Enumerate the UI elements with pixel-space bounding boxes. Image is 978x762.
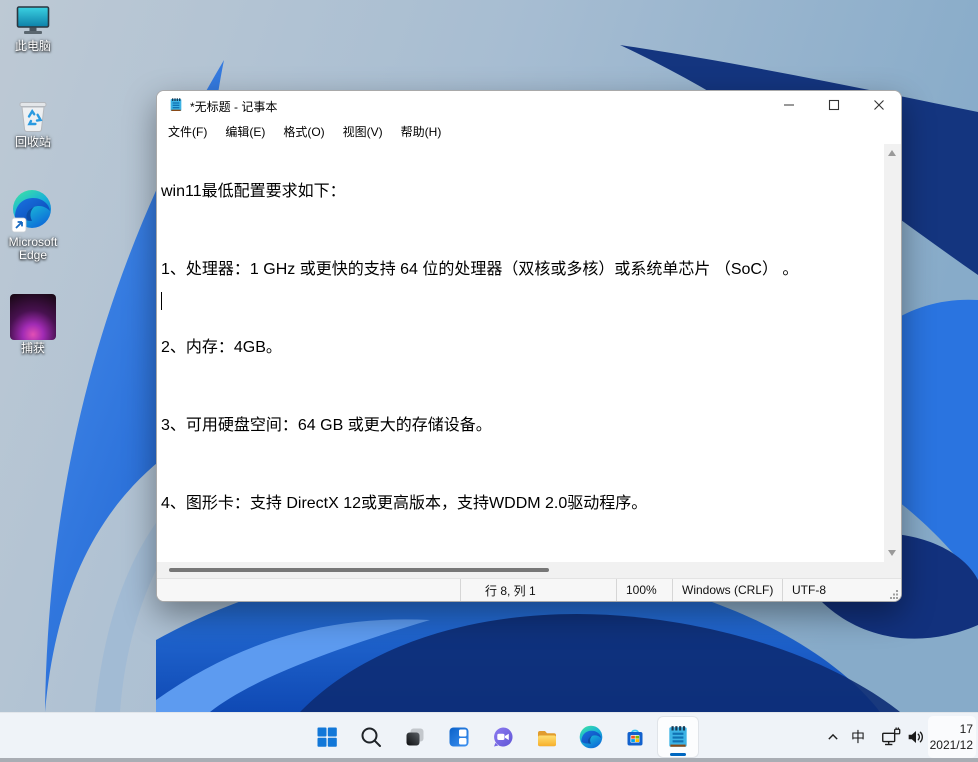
text-line: 2、内存：4GB。: [161, 339, 282, 356]
desktop-icon-capture[interactable]: 捕获: [0, 294, 66, 355]
status-zoom-level: 100%: [616, 579, 672, 601]
horizontal-scroll-thumb[interactable]: [169, 568, 549, 572]
edge-icon: [11, 190, 51, 233]
recycle-bin-icon: [19, 102, 47, 133]
search-button[interactable]: [351, 717, 391, 757]
chat-icon: [494, 727, 513, 747]
menu-item-edit[interactable]: 编辑(E): [216, 119, 274, 144]
task-view-icon: [406, 728, 424, 746]
minimize-button[interactable]: [766, 91, 811, 119]
notepad-icon: [170, 98, 182, 111]
file-explorer-button[interactable]: [527, 717, 567, 757]
minimize-icon: [783, 104, 794, 106]
menu-item-help[interactable]: 帮助(H): [392, 119, 451, 144]
document-text: win11最低配置要求如下： 1、处理器：1 GHz 或更快的支持 64 位的处…: [157, 144, 884, 562]
notepad-icon: [669, 726, 687, 747]
status-encoding-label: UTF-8: [792, 583, 826, 597]
monitor-icon: [16, 6, 50, 34]
network-icon: [882, 727, 901, 746]
notepad-window: *无标题 - 记事本 文件(F) 编辑(E) 格式(O) 视图(V) 帮助(H)…: [156, 90, 902, 602]
chat-button[interactable]: [483, 717, 523, 757]
menu-bar: 文件(F) 编辑(E) 格式(O) 视图(V) 帮助(H): [157, 119, 901, 144]
desktop-icon-label: Microsoft Edge: [8, 235, 58, 262]
status-bar: 行 8, 列 1 100% Windows (CRLF) UTF-8: [157, 578, 901, 601]
status-cursor-position: 行 8, 列 1: [460, 579, 616, 601]
volume-tray-button[interactable]: [904, 725, 928, 749]
text-line: 4、图形卡：支持 DirectX 12或更高版本，支持WDDM 2.0驱动程序。: [161, 495, 648, 512]
maximize-button[interactable]: [811, 91, 856, 119]
windows-logo-icon: [317, 727, 337, 747]
active-app-indicator: [670, 753, 686, 756]
chevron-up-icon: [828, 733, 838, 740]
clock-date: 2021/12: [929, 738, 973, 752]
search-icon: [361, 727, 381, 747]
maximize-icon: [828, 99, 839, 111]
close-button[interactable]: [856, 91, 901, 119]
desktop-icon-label: 捕获: [20, 341, 45, 355]
clock-time: 17: [959, 722, 973, 736]
status-encoding: UTF-8: [782, 579, 901, 601]
text-area[interactable]: win11最低配置要求如下： 1、处理器：1 GHz 或更快的支持 64 位的处…: [157, 144, 884, 562]
edge-button[interactable]: [571, 717, 611, 757]
scroll-up-icon[interactable]: [888, 150, 896, 156]
horizontal-scrollbar[interactable]: [157, 562, 884, 579]
desktop-icon-recycle-bin[interactable]: 回收站: [0, 94, 66, 149]
desktop-icon-edge[interactable]: Microsoft Edge: [0, 188, 66, 262]
desktop-screen: 此电脑 回收站 Microsoft Edge 捕获 *无标题 - 记事本 文件(…: [0, 0, 978, 762]
clock[interactable]: 17 2021/12: [928, 716, 976, 758]
screen-bottom-edge: [0, 758, 978, 762]
notepad-taskbar-button[interactable]: [658, 717, 698, 757]
desktop-icon-this-pc[interactable]: 此电脑: [0, 4, 66, 53]
desktop-icon-label: 此电脑: [14, 39, 51, 53]
menu-item-file[interactable]: 文件(F): [159, 119, 216, 144]
text-line: 3、可用硬盘空间：64 GB 或更大的存储设备。: [161, 417, 492, 434]
text-line: win11最低配置要求如下：: [161, 183, 346, 200]
status-line-ending: Windows (CRLF): [672, 579, 782, 601]
scrollbar-corner: [884, 562, 901, 579]
menu-item-format[interactable]: 格式(O): [274, 119, 333, 144]
menu-item-view[interactable]: 视图(V): [334, 119, 392, 144]
task-view-button[interactable]: [395, 717, 435, 757]
ime-indicator[interactable]: 中: [846, 725, 870, 749]
store-icon: [627, 729, 643, 746]
status-spacer: [157, 579, 460, 601]
resize-grip-icon[interactable]: [889, 589, 899, 599]
close-icon: [873, 100, 884, 110]
text-caret: [161, 292, 162, 310]
window-title: *无标题 - 记事本: [190, 100, 278, 114]
ime-language-label: 中: [851, 729, 865, 745]
desktop-icon-label: 回收站: [14, 135, 51, 149]
tray-overflow-button[interactable]: [821, 725, 845, 749]
title-bar[interactable]: *无标题 - 记事本: [157, 91, 901, 119]
network-tray-button[interactable]: [879, 725, 903, 749]
capture-image-icon: [10, 294, 56, 340]
volume-icon: [908, 731, 923, 743]
folder-icon: [538, 731, 556, 747]
widgets-icon: [449, 727, 469, 747]
scroll-down-icon[interactable]: [888, 550, 896, 556]
start-button[interactable]: [307, 717, 347, 757]
store-button[interactable]: [615, 717, 655, 757]
edge-icon: [579, 725, 603, 749]
text-line: 1、处理器：1 GHz 或更快的支持 64 位的处理器（双核或多核）或系统单芯片…: [161, 261, 799, 278]
vertical-scrollbar[interactable]: [884, 144, 901, 562]
widgets-button[interactable]: [439, 717, 479, 757]
